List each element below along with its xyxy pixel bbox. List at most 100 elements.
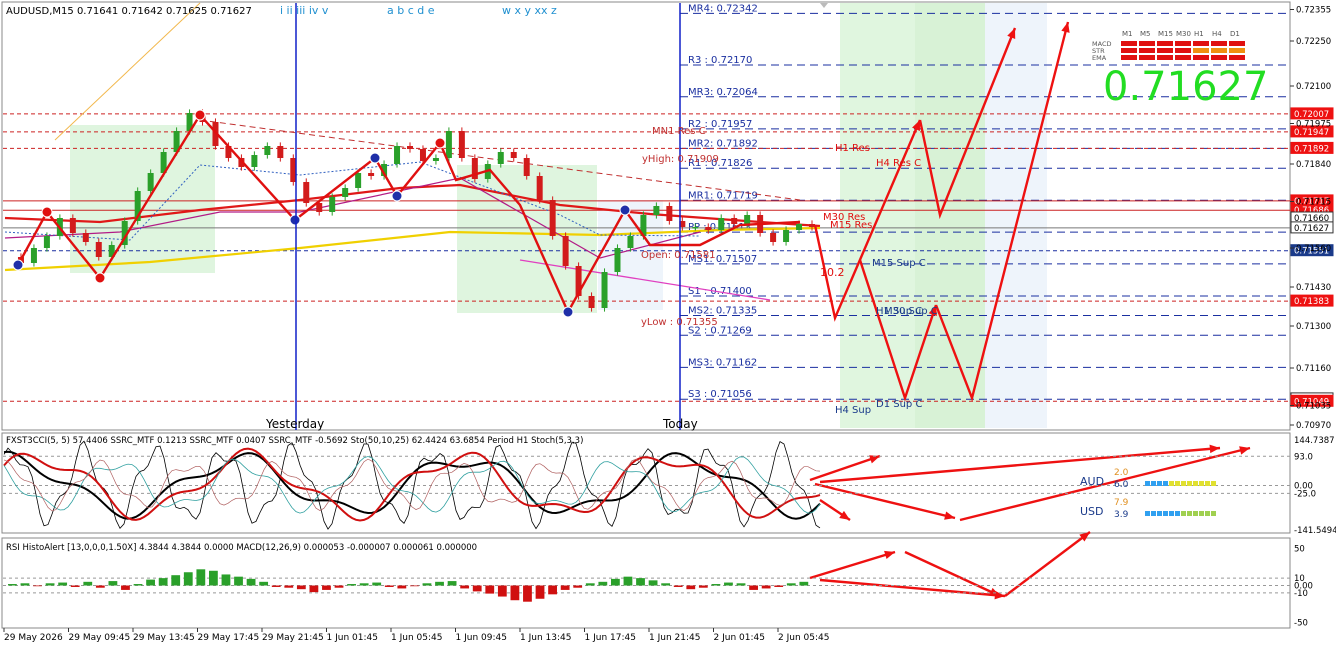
- swing-marker: [562, 306, 574, 318]
- x-tick-label: 2 Jun 01:45: [714, 633, 765, 643]
- strength-cell: [1187, 481, 1192, 486]
- candle-body: [445, 131, 452, 158]
- histogram-bar: [58, 582, 68, 586]
- forecast-path: [809, 550, 896, 580]
- histogram-bar: [724, 582, 733, 586]
- histogram-bar: [648, 580, 658, 586]
- candle-body: [251, 155, 258, 167]
- swing-marker: [41, 206, 53, 218]
- osc-tick-label: 144.7387: [1294, 436, 1335, 446]
- trendline[interactable]: [54, 2, 201, 141]
- histogram-bar: [33, 585, 42, 587]
- wave-label: a b c d e: [387, 4, 435, 17]
- histogram-bar: [410, 585, 419, 587]
- pivot-label: MR1: 0.71719: [688, 190, 758, 201]
- hist-tick-label: -10: [1294, 589, 1308, 599]
- mtf-timeframe: M1: [1122, 30, 1133, 38]
- histogram-bar: [422, 583, 432, 586]
- histogram-bar: [347, 584, 356, 586]
- candle-body: [549, 200, 556, 236]
- histogram-bar: [397, 585, 407, 589]
- pivot-label: R3 : 0.72170: [688, 55, 752, 66]
- swing-marker: [289, 214, 301, 226]
- price-tag-text: 0.72007: [1294, 110, 1329, 120]
- histogram-bar: [749, 585, 758, 590]
- strength-cell: [1163, 511, 1168, 516]
- swing-marker: [94, 272, 106, 284]
- forecast-path: [819, 446, 1221, 484]
- x-tick-label: 1 Jun 09:45: [456, 633, 507, 643]
- candle-body: [718, 218, 725, 230]
- strength-cell: [1193, 511, 1198, 516]
- mtf-timeframe: M30: [1176, 30, 1191, 38]
- candle-body: [744, 215, 751, 224]
- candle-body: [627, 236, 634, 248]
- swing-marker: [194, 109, 206, 121]
- candle-body: [147, 173, 154, 191]
- price-tag-text: 0.71627: [1294, 224, 1329, 234]
- strength-top: 7.9: [1114, 498, 1129, 508]
- currency-strength: AUD 2.0 6.0 USD 7.9 3.9: [1080, 468, 1216, 520]
- histogram-bar: [761, 585, 771, 589]
- strength-cell: [1199, 481, 1204, 486]
- histogram-bar: [372, 582, 382, 586]
- mtf-signal-cell: [1193, 55, 1209, 60]
- candle-body: [303, 182, 310, 203]
- candle-body: [69, 218, 76, 233]
- mtf-signal-cell: [1211, 55, 1227, 60]
- strength-top: 2.0: [1114, 468, 1129, 478]
- strength-value: 6.0: [1114, 480, 1129, 490]
- candle-body: [588, 296, 595, 308]
- wave-label: i ii iii iv v: [280, 4, 329, 17]
- histogram-bar: [485, 585, 495, 594]
- mtf-signal-cell: [1121, 55, 1137, 60]
- strength-cell: [1151, 511, 1156, 516]
- histogram-bar: [8, 584, 17, 586]
- mtf-signal-cell: [1157, 41, 1173, 46]
- strength-cell: [1157, 511, 1162, 516]
- y-tick-label: 0.71300: [1296, 322, 1331, 332]
- strength-cell: [1205, 511, 1210, 516]
- candle-body: [95, 242, 102, 257]
- arrow-head-icon: [839, 510, 850, 520]
- histogram-bar: [560, 585, 570, 590]
- y-tick-label: 0.72355: [1296, 6, 1331, 16]
- yhigh-label: yHigh: 0.71909: [642, 154, 719, 165]
- histogram-bar: [259, 581, 269, 586]
- strength-cell: [1211, 511, 1216, 516]
- candle-body: [43, 236, 50, 248]
- histogram-bar: [296, 585, 306, 590]
- candle-body: [329, 197, 336, 212]
- forecast-zone: [985, 3, 1047, 428]
- swing-marker: [369, 152, 381, 164]
- candle-body: [355, 173, 362, 188]
- candle-body: [614, 248, 621, 272]
- y-tick-label: 0.71840: [1296, 160, 1331, 170]
- osc-tick-label: -141.5494: [1294, 526, 1336, 536]
- strength-cell: [1145, 481, 1150, 486]
- oscillator-line: [3, 458, 821, 512]
- y-tick-label: 0.70970: [1296, 421, 1331, 431]
- swing-marker: [12, 259, 24, 271]
- candle-body: [666, 206, 673, 221]
- histogram-bar: [196, 569, 206, 586]
- mtf-row-label: EMA: [1092, 54, 1107, 62]
- forecast-path: [809, 454, 881, 482]
- oscillator-line: [3, 447, 821, 522]
- candle-body: [264, 146, 271, 155]
- d1-sup-label: D1 Sup C: [876, 399, 922, 410]
- histogram-bar: [209, 570, 218, 586]
- scroll-marker-icon[interactable]: [820, 3, 828, 8]
- candle-body: [419, 149, 426, 161]
- mtf-timeframe: H1: [1194, 30, 1204, 38]
- x-tick-label: 1 Jun 13:45: [520, 633, 571, 643]
- osc-tick-label: 93.0: [1294, 452, 1313, 462]
- mtf-signal-cell: [1139, 48, 1155, 53]
- y-tick-label: 0.71160: [1296, 364, 1331, 374]
- histogram-bar: [246, 578, 256, 586]
- strength-cell: [1211, 481, 1216, 486]
- histogram-bar: [45, 583, 55, 586]
- swing-marker: [619, 204, 631, 216]
- open-label: Open: 0.71581: [641, 250, 716, 261]
- candle-body: [342, 188, 349, 197]
